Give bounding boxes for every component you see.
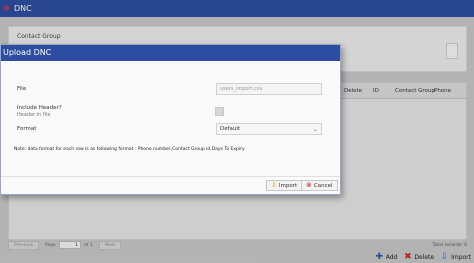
dialog-title: Upload DNC [1,45,340,61]
include-header-sublabel: Header in file [17,112,51,118]
dialog-cancel-label: Cancel [313,182,333,189]
include-header-label: Include Header? [17,105,62,111]
format-select[interactable]: Default ⌄ [216,123,322,135]
upload-dnc-dialog: Upload DNC File users_import.csv Include… [0,44,341,195]
include-header-checkbox[interactable] [215,107,224,116]
dialog-body: File users_import.csv Include Header? He… [1,61,340,177]
format-label: Format [17,126,37,132]
dialog-import-button[interactable]: ⇩ Import [266,180,303,191]
dialog-cancel-button[interactable]: ⊗ Cancel [301,180,338,191]
chevron-down-icon: ⌄ [312,126,318,133]
dialog-import-label: Import [278,182,298,189]
import-icon: ⇩ [271,181,277,189]
file-input[interactable]: users_import.csv [216,83,322,95]
cancel-icon: ⊗ [306,181,312,189]
dialog-footer: ⇩ Import ⊗ Cancel [1,176,340,194]
format-select-value: Default [220,126,241,132]
format-note: Note: data format for each row is as fol… [14,147,245,152]
file-label: File [17,86,27,92]
